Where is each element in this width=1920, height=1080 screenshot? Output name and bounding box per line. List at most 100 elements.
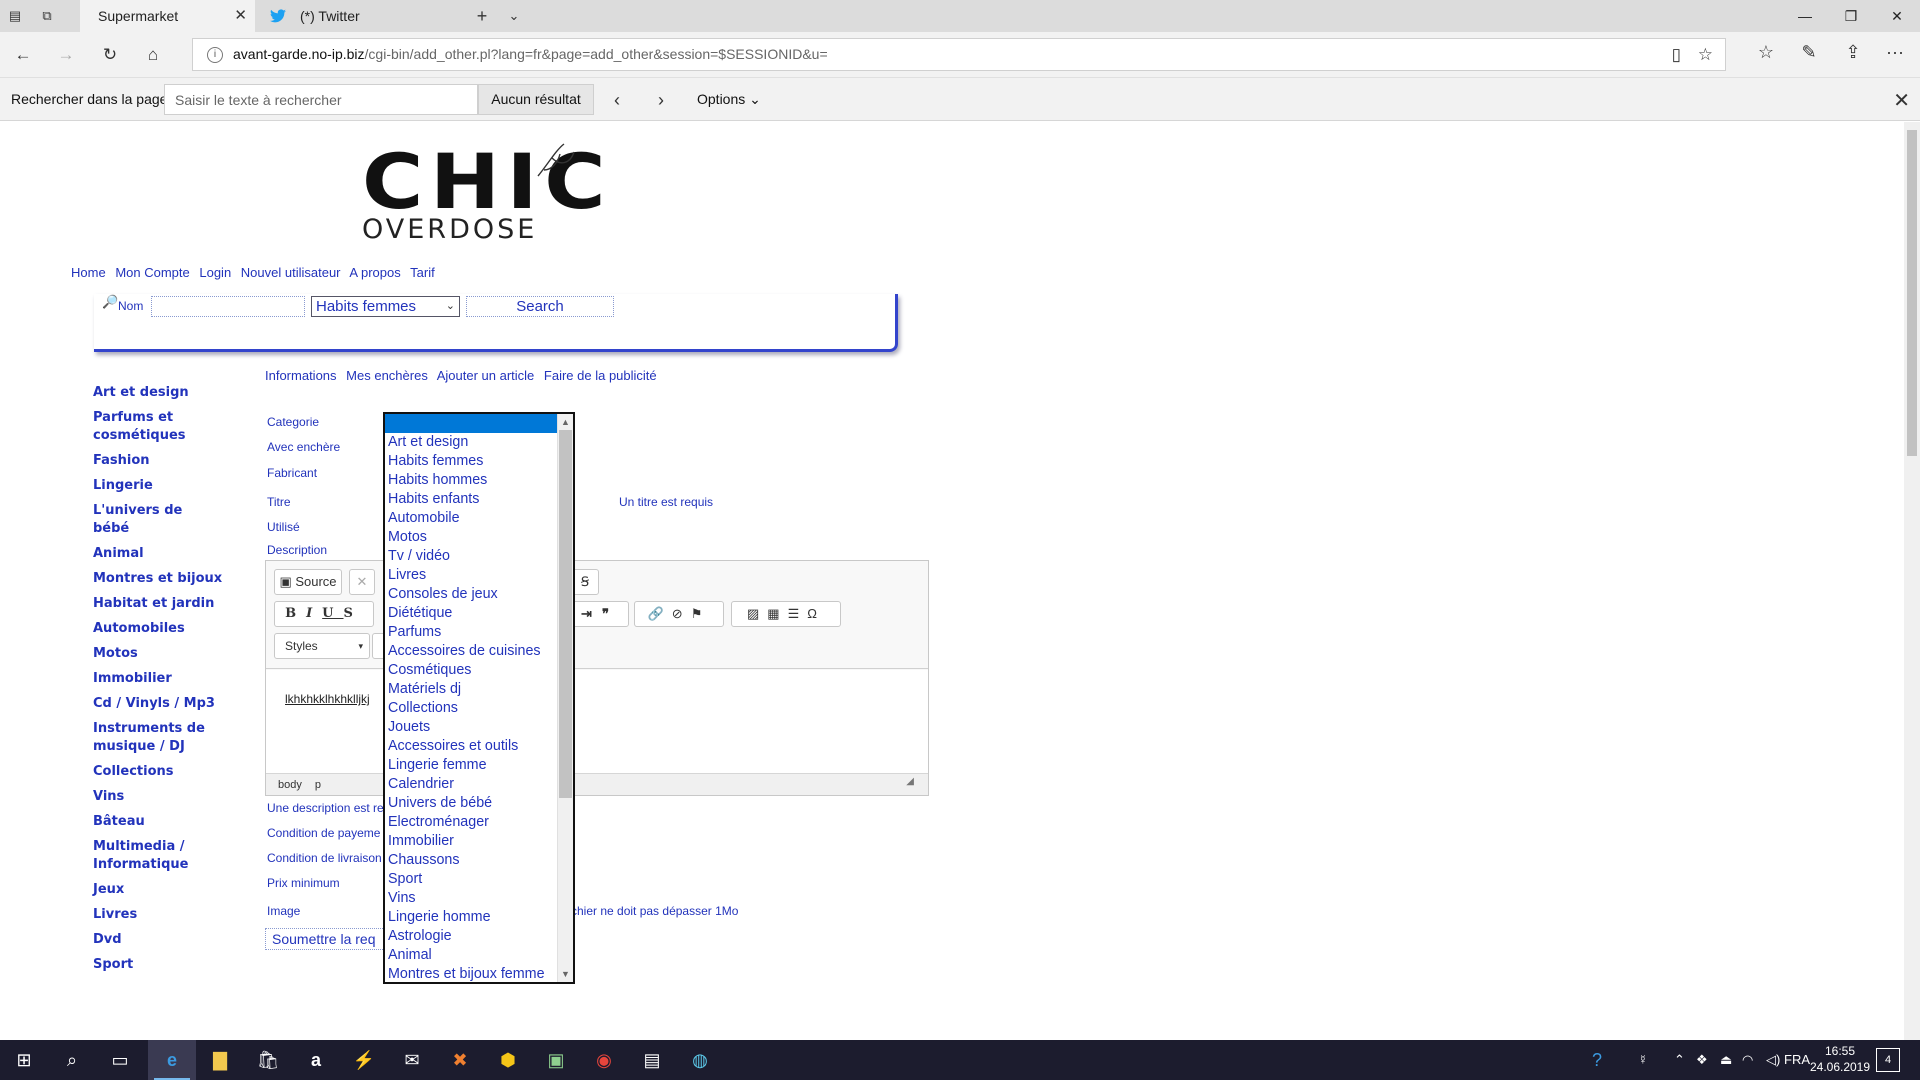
- sidebar-item[interactable]: Dvd: [93, 931, 223, 949]
- dropdown-option[interactable]: Animal: [388, 946, 558, 965]
- task-view-icon[interactable]: ▭: [96, 1040, 144, 1080]
- insert-buttons[interactable]: ▨▦☰Ω: [731, 601, 841, 627]
- mail-icon[interactable]: ✉: [388, 1040, 436, 1080]
- find-previous-icon[interactable]: ‹: [614, 90, 620, 111]
- find-options-button[interactable]: Options ⌄: [697, 91, 761, 108]
- link-buttons[interactable]: 🔗⊘⚑: [634, 601, 724, 627]
- remove-format-icon[interactable]: Ꞩ: [571, 569, 599, 595]
- search-icon[interactable]: ⌕: [48, 1040, 96, 1080]
- dropdown-option[interactable]: Chaussons: [388, 851, 558, 870]
- scroll-up-icon[interactable]: ▲: [558, 414, 573, 430]
- terminal-icon[interactable]: ▣: [532, 1040, 580, 1080]
- dropdown-option[interactable]: Accessoires de cuisines: [388, 642, 558, 661]
- dropdown-option[interactable]: Sport: [388, 870, 558, 889]
- sidebar-item[interactable]: Sport: [93, 956, 223, 974]
- dropdown-scroll-thumb[interactable]: [559, 430, 572, 798]
- tab-supermarket[interactable]: Supermarket ✕: [80, 0, 255, 32]
- dropdown-option[interactable]: Immobilier: [388, 832, 558, 851]
- dropdown-option[interactable]: Consoles de jeux: [388, 585, 558, 604]
- chrome-icon[interactable]: ◉: [580, 1040, 628, 1080]
- cut-icon[interactable]: ✕: [349, 569, 375, 595]
- subnav-mes-encheres[interactable]: Mes enchères: [346, 368, 428, 383]
- home-icon[interactable]: ⌂: [140, 42, 166, 68]
- sidebar-item[interactable]: Art et design: [93, 384, 223, 402]
- subnav-ajouter-article[interactable]: Ajouter un article: [437, 368, 535, 383]
- pen-icon[interactable]: ✎: [1796, 42, 1822, 63]
- notification-center-icon[interactable]: 4: [1876, 1048, 1900, 1072]
- help-icon[interactable]: ?: [1592, 1040, 1602, 1080]
- dropdown-option[interactable]: Habits enfants: [388, 490, 558, 509]
- sidebar-item[interactable]: Habitat et jardin: [93, 595, 223, 613]
- window-close-icon[interactable]: ✕: [1874, 0, 1920, 32]
- nav-a-propos[interactable]: A propos: [349, 265, 400, 280]
- app-hexagon-icon[interactable]: ⬢: [484, 1040, 532, 1080]
- dropdown-option[interactable]: Livres: [388, 566, 558, 585]
- reading-view-icon[interactable]: ▯: [1672, 45, 1681, 65]
- subnav-informations[interactable]: Informations: [265, 368, 337, 383]
- search-button[interactable]: Search: [466, 296, 614, 317]
- dropdown-option[interactable]: Astrologie: [388, 927, 558, 946]
- minimize-icon[interactable]: —: [1782, 0, 1828, 32]
- find-input[interactable]: [164, 84, 478, 115]
- sidebar-item[interactable]: Parfums et cosmétiques: [93, 409, 223, 445]
- page-scroll-thumb[interactable]: [1907, 130, 1917, 456]
- sidebar-item[interactable]: Instruments de musique / DJ: [93, 720, 223, 756]
- nav-home[interactable]: Home: [71, 265, 106, 280]
- refresh-icon[interactable]: ↻: [97, 42, 123, 68]
- dropdown-option[interactable]: Univers de bébé: [388, 794, 558, 813]
- submit-request-button[interactable]: Soumettre la req: [265, 928, 385, 950]
- favorites-list-icon[interactable]: ☆: [1753, 42, 1779, 63]
- url-field[interactable]: i avant-garde.no-ip.biz/cgi-bin/add_othe…: [192, 38, 1726, 71]
- dropdown-option[interactable]: Habits femmes: [388, 452, 558, 471]
- amazon-icon[interactable]: a: [292, 1040, 340, 1080]
- nav-tarif[interactable]: Tarif: [410, 265, 435, 280]
- windows-start-icon[interactable]: ⊞: [0, 1040, 48, 1080]
- sidebar-item[interactable]: Collections: [93, 763, 223, 781]
- dropdown-option[interactable]: Habits hommes: [388, 471, 558, 490]
- sidebar-item[interactable]: Fashion: [93, 452, 223, 470]
- dropdown-option[interactable]: Lingerie femme: [388, 756, 558, 775]
- more-menu-icon[interactable]: ···: [1882, 42, 1908, 63]
- favorite-star-icon[interactable]: ☆: [1698, 45, 1713, 65]
- editor-content-area[interactable]: lkhkhkklhkhklljkj: [266, 670, 928, 773]
- dropdown-option[interactable]: Automobile: [388, 509, 558, 528]
- tray-chevron-icon[interactable]: ⌃: [1674, 1040, 1685, 1080]
- dropdown-option[interactable]: Electroménager: [388, 813, 558, 832]
- sidebar-item[interactable]: Montres et bijoux: [93, 570, 223, 588]
- sidebar-item[interactable]: Livres: [93, 906, 223, 924]
- app-circle-icon[interactable]: ◍: [676, 1040, 724, 1080]
- close-icon[interactable]: ✕: [234, 0, 247, 32]
- dropdown-option[interactable]: Accessoires et outils: [388, 737, 558, 756]
- source-button[interactable]: ▣ Source: [274, 569, 342, 595]
- dropdown-option[interactable]: Jouets: [388, 718, 558, 737]
- people-icon[interactable]: ☿: [1638, 1040, 1648, 1080]
- sidebar-item[interactable]: Multimedia / Informatique: [93, 838, 223, 874]
- path-p[interactable]: p: [315, 779, 321, 791]
- tab-list-chevron-icon[interactable]: ⌄: [505, 7, 523, 25]
- sidebar-item[interactable]: Animal: [93, 545, 223, 563]
- visual-studio-code-icon[interactable]: ⚡: [340, 1040, 388, 1080]
- dropbox-icon[interactable]: ❖: [1696, 1040, 1708, 1080]
- text-format-buttons[interactable]: BIUS: [274, 601, 374, 627]
- search-category-select[interactable]: Habits femmes ⌄: [311, 296, 460, 317]
- back-icon[interactable]: ←: [10, 42, 36, 68]
- sidebar-item[interactable]: Immobilier: [93, 670, 223, 688]
- info-icon[interactable]: i: [207, 47, 223, 63]
- dropdown-option[interactable]: Lingerie homme: [388, 908, 558, 927]
- dropdown-option[interactable]: Calendrier: [388, 775, 558, 794]
- language-indicator[interactable]: FRA: [1784, 1040, 1810, 1080]
- category-dropdown-list[interactable]: Art et design Habits femmes Habits homme…: [383, 412, 575, 984]
- nav-login[interactable]: Login: [199, 265, 231, 280]
- edge-browser-icon[interactable]: e: [148, 1040, 196, 1080]
- volume-icon[interactable]: ◁): [1766, 1040, 1780, 1080]
- sidebar-item[interactable]: Automobiles: [93, 620, 223, 638]
- site-logo[interactable]: CHIC OVERDOSE: [362, 143, 606, 243]
- nav-mon-compte[interactable]: Mon Compte: [115, 265, 189, 280]
- file-explorer-icon[interactable]: ▇: [196, 1040, 244, 1080]
- dropdown-option[interactable]: Matériels dj: [388, 680, 558, 699]
- nav-nouvel-utilisateur[interactable]: Nouvel utilisateur: [241, 265, 341, 280]
- page-scrollbar[interactable]: [1904, 122, 1920, 1040]
- dropdown-option[interactable]: Parfums: [388, 623, 558, 642]
- dropdown-scrollbar[interactable]: ▲ ▼: [557, 414, 573, 982]
- dropdown-option[interactable]: Motos: [388, 528, 558, 547]
